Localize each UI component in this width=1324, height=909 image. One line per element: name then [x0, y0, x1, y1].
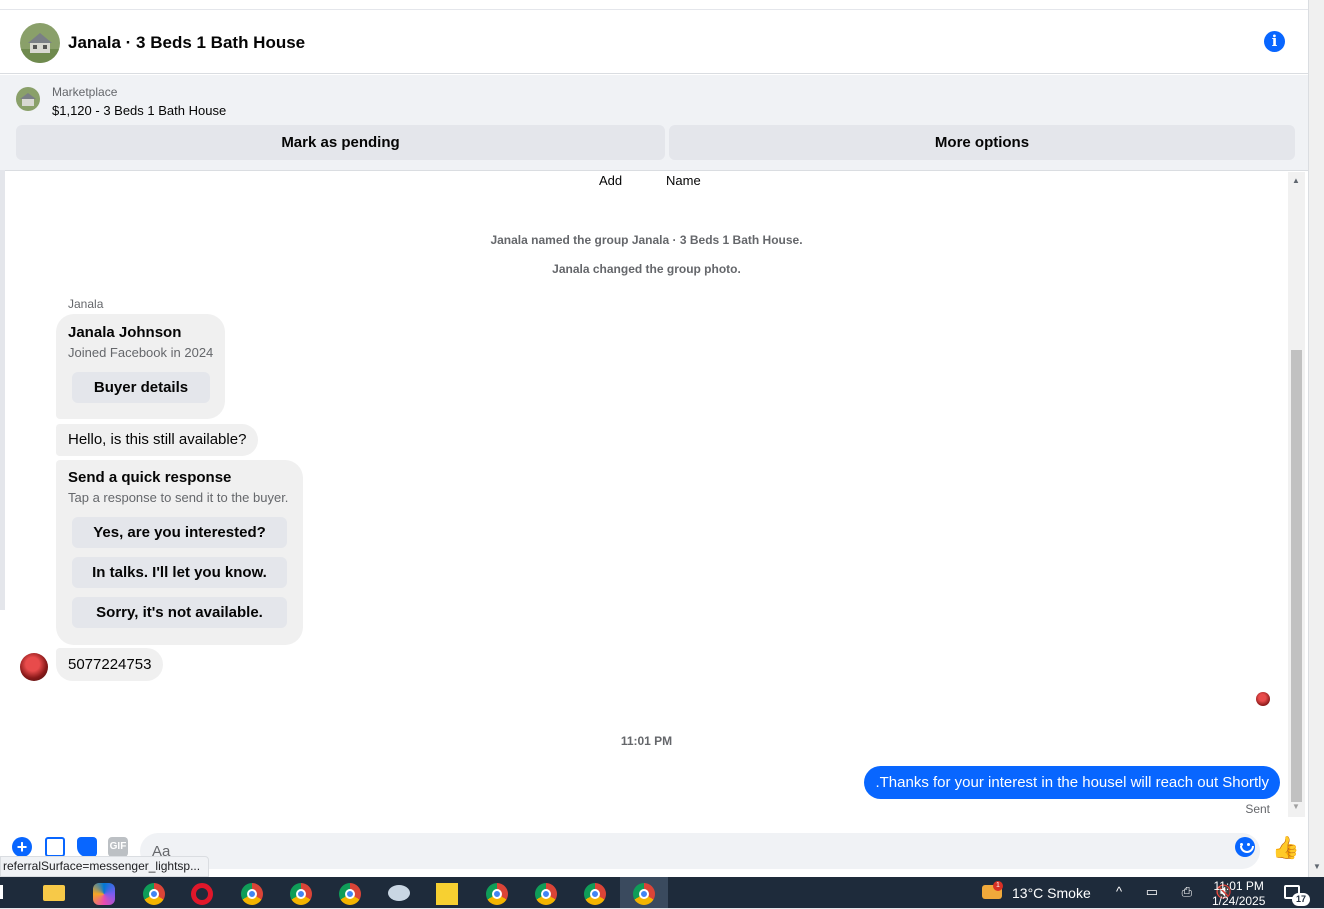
listing-thumbnail[interactable]	[16, 87, 40, 111]
message-timestamp: 11:01 PM	[620, 734, 673, 748]
incoming-message[interactable]: 5077224753	[56, 648, 164, 681]
left-panel-edge	[0, 170, 5, 610]
message-status: Sent	[1245, 802, 1270, 816]
quick-response-card: Send a quick response Tap a response to …	[56, 460, 303, 645]
conversation-title[interactable]: Janala · 3 Beds 1 Bath House	[68, 33, 305, 53]
emoji-icon[interactable]	[1235, 837, 1255, 857]
window-scroll-down-icon[interactable]: ▼	[1313, 862, 1321, 871]
quick-response-option[interactable]: Sorry, it's not available.	[72, 597, 287, 628]
listing-price-title[interactable]: $1,120 - 3 Beds 1 Bath House	[52, 103, 226, 118]
buyer-profile-card: Janala Johnson Joined Facebook in 2024 B…	[56, 314, 225, 419]
marketplace-listing-bar: Marketplace $1,120 - 3 Beds 1 Bath House…	[0, 75, 1308, 171]
gif-icon[interactable]: GIF	[108, 837, 128, 857]
messenger-window: Janala · 3 Beds 1 Bath House i Marketpla…	[0, 0, 1324, 877]
copilot-icon[interactable]	[93, 883, 115, 905]
system-message: Janala named the group Janala · 3 Beds 1…	[490, 233, 803, 247]
quick-response-subtitle: Tap a response to send it to the buyer.	[68, 490, 289, 505]
window-top-strip	[0, 0, 1308, 10]
group-avatar[interactable]	[20, 23, 60, 63]
buyer-name: Janala Johnson	[68, 324, 182, 341]
opera-icon[interactable]	[191, 883, 213, 905]
system-message: Janala changed the group photo.	[552, 262, 741, 276]
listing-source: Marketplace	[52, 85, 118, 99]
chrome-icon[interactable]	[584, 883, 606, 905]
status-bar-url: referralSurface=messenger_lightsp...	[0, 856, 210, 877]
name-label[interactable]: Name	[666, 173, 701, 188]
chrome-icon[interactable]	[633, 883, 655, 905]
app-icon[interactable]	[388, 885, 410, 901]
sticky-notes-icon[interactable]	[436, 883, 458, 905]
photo-icon[interactable]	[45, 837, 65, 857]
mark-as-pending-button[interactable]: Mark as pending	[16, 125, 665, 160]
buyer-details-button[interactable]: Buyer details	[72, 372, 210, 403]
add-label[interactable]: Add	[599, 173, 622, 188]
conversation-header: Janala · 3 Beds 1 Bath House i	[0, 10, 1308, 74]
message-input[interactable]	[152, 833, 1212, 869]
chrome-icon[interactable]	[290, 883, 312, 905]
read-receipt-avatar	[1256, 692, 1270, 706]
taskbar-clock[interactable]: 11:01 PM 1/24/2025	[1212, 879, 1265, 909]
sender-avatar[interactable]	[20, 653, 48, 681]
quick-response-title: Send a quick response	[68, 469, 232, 486]
incoming-message[interactable]: Hello, is this still available?	[56, 424, 259, 456]
chrome-icon[interactable]	[143, 883, 165, 905]
info-icon[interactable]: i	[1264, 31, 1285, 52]
quick-response-option[interactable]: Yes, are you interested?	[72, 517, 287, 548]
sticker-icon[interactable]	[77, 837, 97, 857]
chrome-icon[interactable]	[241, 883, 263, 905]
message-thread: Add Name Janala named the group Janala ·…	[5, 172, 1288, 827]
weather-text[interactable]: 13°C Smoke	[1012, 885, 1091, 901]
weather-badge: 1	[993, 881, 1003, 891]
message-input-wrapper	[140, 833, 1260, 869]
thumbs-up-icon[interactable]: 👍	[1272, 835, 1299, 861]
clock-time: 11:01 PM	[1213, 879, 1264, 893]
task-view-icon[interactable]	[0, 885, 12, 899]
plus-icon[interactable]: +	[12, 837, 32, 857]
file-explorer-icon[interactable]	[43, 885, 65, 901]
chrome-icon[interactable]	[535, 883, 557, 905]
scroll-up-arrow-icon[interactable]: ▲	[1292, 176, 1300, 185]
quick-response-option[interactable]: In talks. I'll let you know.	[72, 557, 287, 588]
outgoing-message[interactable]: .Thanks for your interest in the housel …	[864, 766, 1280, 799]
chrome-icon[interactable]	[339, 883, 361, 905]
scroll-down-arrow-icon[interactable]: ▼	[1292, 802, 1300, 811]
window-edge: ▼	[1308, 0, 1324, 877]
thread-scrollbar[interactable]: ▲ ▼	[1288, 172, 1305, 817]
buyer-joined-date: Joined Facebook in 2024	[68, 345, 214, 360]
scrollbar-thumb[interactable]	[1291, 350, 1302, 802]
sender-name: Janala	[68, 297, 104, 311]
chrome-icon[interactable]	[486, 883, 508, 905]
clock-date: 1/24/2025	[1212, 894, 1266, 908]
more-options-button[interactable]: More options	[669, 125, 1295, 160]
notification-count-badge: 17	[1292, 893, 1310, 906]
windows-taskbar: 1 13°C Smoke ^ ▭ ⎙ 🔇 11:01 PM 1/24/2025 …	[0, 877, 1324, 908]
